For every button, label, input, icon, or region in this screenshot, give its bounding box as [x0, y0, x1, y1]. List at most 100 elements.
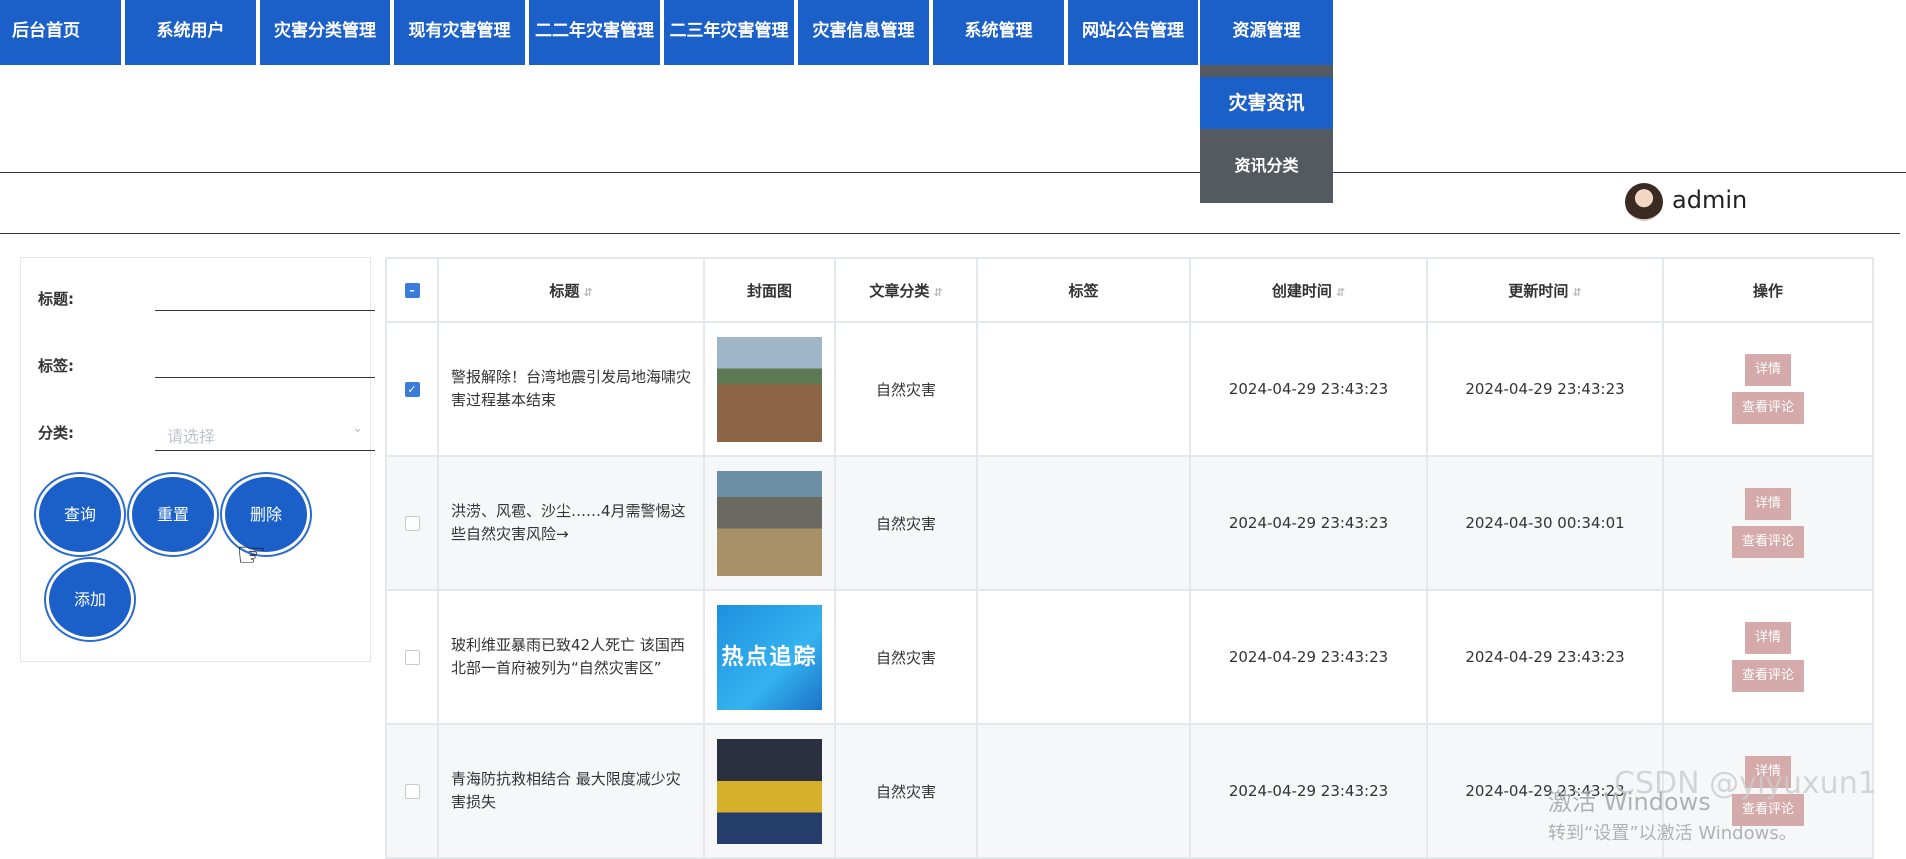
resources-dropdown: 灾害资讯 资讯分类 — [1200, 65, 1333, 203]
view-comments-button[interactable]: 查看评论 — [1731, 660, 1804, 692]
row-checkbox[interactable] — [404, 650, 420, 665]
row-updated: 2024-04-30 00:34:01 — [1426, 455, 1664, 591]
dropdown-item-disaster-news[interactable]: 灾害资讯 — [1200, 77, 1333, 129]
nav-item-home[interactable]: 后台首页 — [0, 0, 121, 65]
row-title: 青海防抗救相结合 最大限度减少灾害损失 — [437, 723, 705, 859]
search-panel: 标题: 标签: 分类: 请选择 ⌄ 查询 重置 删除 添加 — [20, 257, 375, 662]
activation-title: 激活 Windows — [1548, 788, 1711, 816]
row-actions: 详情 查看评论 — [1662, 455, 1874, 591]
detail-button[interactable]: 详情 — [1744, 622, 1791, 654]
cover-image: 热点追踪 — [717, 604, 822, 710]
column-created-label: 创建时间 — [1271, 281, 1332, 300]
nav-item-system-management[interactable]: 系统管理 — [933, 0, 1064, 65]
nav-item-announcements[interactable]: 网站公告管理 — [1068, 0, 1198, 65]
row-title: 警报解除！台湾地震引发局地海啸灾害过程基本结束 — [437, 321, 705, 457]
dropdown-item-news-category[interactable]: 资讯分类 — [1200, 129, 1333, 203]
column-updated-label: 更新时间 — [1508, 281, 1569, 300]
nav-item-2023-disaster[interactable]: 二三年灾害管理 — [664, 0, 794, 65]
row-tags — [976, 723, 1191, 859]
column-tags-label: 标签 — [1068, 281, 1099, 300]
select-all-cell: – — [385, 257, 439, 323]
row-select-cell — [385, 723, 439, 859]
nav-item-system-users[interactable]: 系统用户 — [125, 0, 256, 65]
row-title: 洪涝、风雹、沙尘……4月需警惕这些自然灾害风险→ — [437, 455, 705, 591]
sort-icon[interactable]: ⇵ — [1572, 286, 1581, 299]
nav-item-disaster-info[interactable]: 灾害信息管理 — [798, 0, 929, 65]
chevron-down-icon: ⌄ — [352, 421, 363, 436]
row-created: 2024-04-29 23:43:23 — [1189, 589, 1428, 725]
username[interactable]: admin — [1672, 186, 1747, 214]
nav-item-resources[interactable]: 资源管理 — [1200, 0, 1333, 65]
row-category: 自然灾害 — [834, 321, 978, 457]
row-cover-cell — [703, 723, 836, 859]
title-input[interactable] — [155, 283, 375, 311]
column-actions: 操作 — [1662, 257, 1874, 323]
activation-subtitle: 转到“设置”以激活 Windows。 — [1548, 823, 1797, 844]
select-all-checkbox[interactable]: – — [404, 283, 420, 298]
row-select-cell — [385, 589, 439, 725]
title-label: 标题: — [38, 290, 74, 308]
cover-image — [717, 738, 822, 844]
nav-item-current-disaster[interactable]: 现有灾害管理 — [394, 0, 525, 65]
row-tags — [976, 455, 1191, 591]
table-row: 玻利维亚暴雨已致42人死亡 该国西北部一首府被列为“自然灾害区” 热点追踪 自然… — [385, 589, 1874, 725]
row-category: 自然灾害 — [834, 589, 978, 725]
sort-icon[interactable]: ⇵ — [933, 286, 942, 299]
tag-label: 标签: — [38, 357, 74, 375]
row-category: 自然灾害 — [834, 723, 978, 859]
tag-input[interactable] — [155, 350, 375, 378]
view-comments-button[interactable]: 查看评论 — [1731, 526, 1804, 558]
sort-icon[interactable]: ⇵ — [1336, 286, 1345, 299]
header-divider-bottom — [0, 233, 1900, 234]
header-divider-top-right — [1333, 172, 1906, 173]
column-cover: 封面图 — [703, 257, 836, 323]
cover-image — [717, 336, 822, 442]
query-button[interactable]: 查询 — [39, 477, 121, 552]
nav-item-2022-disaster[interactable]: 二二年灾害管理 — [529, 0, 660, 65]
row-cover-cell — [703, 455, 836, 591]
row-title: 玻利维亚暴雨已致42人死亡 该国西北部一首府被列为“自然灾害区” — [437, 589, 705, 725]
table-header-row: – 标题 ⇵ 封面图 文章分类 ⇵ 标签 创建时间 ⇵ 更新时间 ⇵ 操作 — [385, 257, 1874, 323]
add-button[interactable]: 添加 — [49, 562, 131, 637]
reset-button[interactable]: 重置 — [132, 477, 214, 552]
cover-image — [717, 470, 822, 576]
row-select-cell: ✓ — [385, 321, 439, 457]
column-cover-label: 封面图 — [746, 281, 792, 300]
row-checkbox[interactable] — [404, 784, 420, 799]
column-title-label: 标题 — [549, 281, 580, 300]
row-created: 2024-04-29 23:43:23 — [1189, 455, 1428, 591]
row-actions: 详情 查看评论 — [1662, 589, 1874, 725]
row-tags — [976, 321, 1191, 457]
column-title[interactable]: 标题 ⇵ — [437, 257, 705, 323]
detail-button[interactable]: 详情 — [1744, 354, 1791, 386]
column-updated[interactable]: 更新时间 ⇵ — [1426, 257, 1664, 323]
header-divider-top — [0, 172, 1200, 173]
row-checkbox[interactable] — [404, 516, 420, 531]
table-row: ✓ 警报解除！台湾地震引发局地海啸灾害过程基本结束 自然灾害 2024-04-2… — [385, 321, 1874, 457]
row-actions: 详情 查看评论 — [1662, 321, 1874, 457]
column-actions-label: 操作 — [1752, 281, 1783, 300]
column-category-label: 文章分类 — [869, 281, 930, 300]
category-select[interactable]: 请选择 ⌄ — [155, 415, 375, 451]
windows-activation-watermark: 激活 Windows 转到“设置”以激活 Windows。 — [1548, 786, 1797, 850]
avatar[interactable] — [1625, 183, 1663, 221]
row-cover-cell: 热点追踪 — [703, 589, 836, 725]
row-tags — [976, 589, 1191, 725]
row-created: 2024-04-29 23:43:23 — [1189, 321, 1428, 457]
category-placeholder: 请选择 — [167, 427, 216, 446]
column-category[interactable]: 文章分类 ⇵ — [834, 257, 978, 323]
row-cover-cell — [703, 321, 836, 457]
view-comments-button[interactable]: 查看评论 — [1731, 392, 1804, 424]
nav-item-disaster-category[interactable]: 灾害分类管理 — [260, 0, 390, 65]
row-checkbox[interactable]: ✓ — [404, 382, 420, 397]
row-updated: 2024-04-29 23:43:23 — [1426, 589, 1664, 725]
column-created[interactable]: 创建时间 ⇵ — [1189, 257, 1428, 323]
row-select-cell — [385, 455, 439, 591]
column-tags: 标签 — [976, 257, 1191, 323]
top-navigation: 后台首页 系统用户 灾害分类管理 现有灾害管理 二二年灾害管理 二三年灾害管理 … — [0, 0, 1335, 65]
detail-button[interactable]: 详情 — [1744, 488, 1791, 520]
sort-icon[interactable]: ⇵ — [583, 286, 592, 299]
row-created: 2024-04-29 23:43:23 — [1189, 723, 1428, 859]
row-updated: 2024-04-29 23:43:23 — [1426, 321, 1664, 457]
table-row: 洪涝、风雹、沙尘……4月需警惕这些自然灾害风险→ 自然灾害 2024-04-29… — [385, 455, 1874, 591]
